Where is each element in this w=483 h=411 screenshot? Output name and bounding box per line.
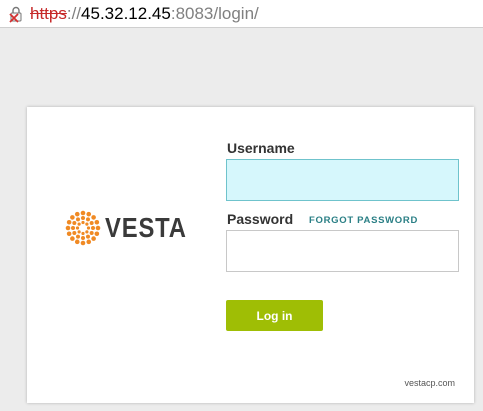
logo-dot bbox=[81, 231, 85, 236]
broken-lock-icon[interactable] bbox=[8, 5, 24, 23]
login-card: VESTA Username Password FORGOT PASSWORD … bbox=[27, 107, 474, 403]
logo-dot bbox=[65, 225, 71, 231]
url-separator: :// bbox=[66, 4, 82, 23]
logo-dot bbox=[94, 231, 100, 237]
logo-dot bbox=[77, 222, 81, 226]
logo-dot bbox=[86, 226, 91, 230]
logo-dot bbox=[86, 239, 92, 245]
logo-dot bbox=[76, 217, 80, 222]
password-input[interactable] bbox=[226, 230, 459, 272]
logo-dot bbox=[76, 234, 80, 239]
logo-dot bbox=[89, 231, 94, 235]
logo-dot bbox=[75, 226, 80, 230]
logo-dot bbox=[85, 222, 89, 226]
logo-dot bbox=[74, 239, 80, 245]
logo-dot bbox=[91, 236, 96, 241]
logo-dot bbox=[77, 230, 81, 234]
logo-dot bbox=[95, 225, 101, 231]
logo-dot bbox=[80, 240, 86, 246]
url-scheme: https bbox=[30, 4, 67, 23]
logo-dot bbox=[66, 231, 72, 237]
password-label: Password bbox=[227, 211, 294, 227]
logo-dot bbox=[86, 211, 92, 217]
logo-dot bbox=[86, 217, 90, 222]
logo-dot bbox=[89, 221, 94, 225]
logo-dot bbox=[94, 219, 100, 225]
logo-dot bbox=[70, 236, 75, 241]
logo-dot bbox=[85, 230, 89, 234]
logo-dot bbox=[81, 220, 85, 225]
logo-dot bbox=[70, 215, 75, 220]
url-host: 45.32.12.45 bbox=[81, 4, 171, 23]
logo-dot bbox=[74, 211, 80, 217]
logo-dot bbox=[91, 215, 96, 220]
login-button[interactable]: Log in bbox=[226, 300, 323, 331]
url-text[interactable]: https://45.32.12.45:8083/login/ bbox=[30, 4, 259, 24]
url-path: :8083/login/ bbox=[170, 4, 259, 23]
logo-dot bbox=[86, 234, 90, 239]
logo-dot bbox=[66, 219, 72, 225]
username-label: Username bbox=[227, 140, 295, 156]
logo-dot bbox=[72, 221, 77, 225]
username-input[interactable] bbox=[226, 159, 459, 201]
footer-link: vestacp.com bbox=[404, 378, 455, 388]
vesta-ring-logo-icon bbox=[65, 210, 101, 246]
logo-dot bbox=[91, 226, 95, 230]
logo-dot bbox=[81, 236, 85, 240]
logo-dot bbox=[81, 216, 85, 220]
logo-dot bbox=[71, 226, 75, 230]
vesta-logo: VESTA bbox=[65, 210, 186, 246]
logo-text: VESTA bbox=[105, 212, 187, 243]
address-bar[interactable]: https://45.32.12.45:8083/login/ bbox=[0, 0, 483, 28]
logo-dot bbox=[80, 210, 86, 216]
logo-dot bbox=[72, 231, 77, 235]
forgot-password-link[interactable]: FORGOT PASSWORD bbox=[309, 215, 418, 226]
